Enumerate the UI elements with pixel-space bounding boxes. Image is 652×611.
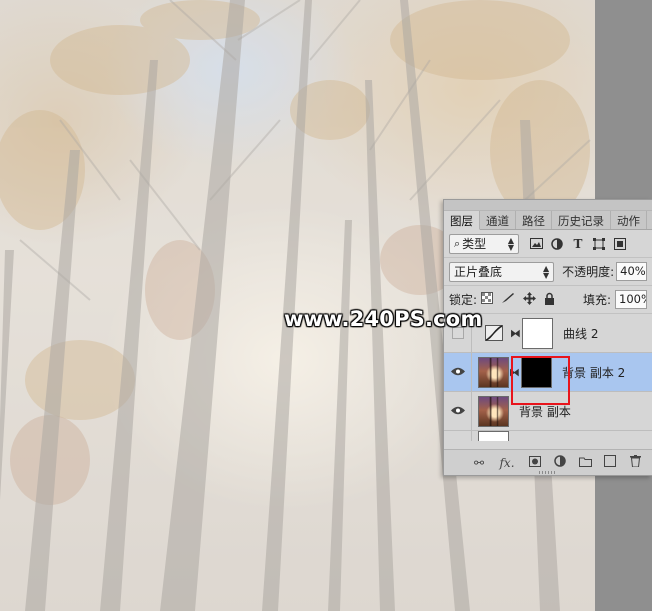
chevron-updown-icon: ▲ ▼ — [507, 235, 514, 252]
blend-mode-value: 正片叠底 — [454, 265, 503, 279]
search-icon: ⌕ — [454, 236, 461, 250]
mask-link-icon[interactable]: ⧓ — [509, 366, 520, 379]
lock-label: 锁定: — [449, 293, 478, 307]
smart-object-filter-icon[interactable] — [613, 237, 627, 251]
watermark-text: www.240PS.com — [284, 307, 483, 331]
link-icon[interactable]: ⚯ — [472, 456, 486, 470]
new-group-icon[interactable] — [578, 456, 592, 470]
layer-mask-thumbnail[interactable] — [521, 356, 552, 388]
tab-actions[interactable]: 动作 — [611, 211, 647, 229]
lock-position-icon[interactable] — [523, 291, 537, 308]
lock-image-pixels-icon[interactable] — [501, 292, 515, 307]
eye-icon — [450, 365, 465, 379]
fx-icon[interactable]: fx. — [497, 456, 517, 470]
layer-name[interactable]: 背景 副本 — [519, 403, 571, 420]
filter-kind-dropdown[interactable]: ⌕ 类型 ▲ ▼ — [449, 233, 519, 254]
layer-thumbnail[interactable] — [478, 395, 509, 427]
layer-filter-row: ⌕ 类型 ▲ ▼ T — [444, 230, 652, 258]
layers-panel-toolbar: ⚯ fx. — [444, 449, 652, 475]
add-mask-icon[interactable] — [528, 455, 542, 470]
lock-all-icon[interactable] — [544, 292, 555, 308]
layer-name[interactable]: 曲线 2 — [563, 325, 598, 342]
visibility-toggle[interactable] — [444, 392, 472, 430]
layer-row-background-copy-2[interactable]: ⧓ 背景 副本 2 — [444, 353, 652, 392]
panel-resize-grip[interactable] — [539, 471, 557, 474]
blend-mode-dropdown[interactable]: 正片叠底 ▲ ▼ — [449, 261, 555, 282]
tab-paths[interactable]: 路径 — [516, 211, 552, 229]
shape-filter-icon[interactable] — [592, 237, 606, 251]
lock-transparent-pixels-icon[interactable] — [481, 292, 494, 307]
chevron-updown-icon: ▲ ▼ — [542, 263, 550, 280]
new-layer-icon[interactable] — [603, 455, 617, 470]
type-filter-icon[interactable]: T — [571, 237, 585, 251]
layer-mask-thumbnail[interactable] — [522, 317, 553, 349]
layer-thumbnail[interactable] — [478, 356, 509, 388]
panel-title-bar[interactable] — [444, 200, 652, 211]
layers-panel[interactable]: 图层 通道 路径 历史记录 动作 ⌕ 类型 ▲ ▼ T 正片叠底 ▲ ▼ 不透明… — [443, 199, 652, 476]
opacity-input[interactable]: 40% — [616, 262, 647, 281]
image-filter-icon[interactable] — [529, 237, 543, 251]
layer-thumbnail[interactable] — [478, 431, 509, 441]
tab-channels[interactable]: 通道 — [480, 211, 516, 229]
layers-list: ⧓ 曲线 2 ⧓ 背景 副本 2 背景 副本 — [444, 314, 652, 441]
delete-icon[interactable] — [628, 455, 642, 470]
new-adjustment-icon[interactable] — [553, 455, 567, 470]
eye-icon — [450, 404, 465, 418]
blend-opacity-row: 正片叠底 ▲ ▼ 不透明度: 40% — [444, 258, 652, 286]
layer-row-partial[interactable] — [444, 431, 652, 441]
panel-tabs: 图层 通道 路径 历史记录 动作 — [444, 211, 652, 230]
opacity-label: 不透明度: — [562, 265, 615, 279]
layer-name[interactable]: 背景 副本 2 — [562, 364, 625, 381]
fill-input[interactable]: 100% — [615, 290, 647, 309]
visibility-toggle[interactable] — [444, 353, 472, 391]
visibility-toggle[interactable] — [444, 431, 472, 441]
tab-history[interactable]: 历史记录 — [552, 211, 611, 229]
fill-label: 填充: — [582, 293, 611, 307]
mask-link-icon[interactable]: ⧓ — [510, 327, 521, 340]
adjustment-filter-icon[interactable] — [550, 237, 564, 251]
tab-layers[interactable]: 图层 — [444, 211, 480, 230]
layer-row-background-copy[interactable]: 背景 副本 — [444, 392, 652, 431]
filter-kind-label: 类型 — [462, 237, 487, 251]
